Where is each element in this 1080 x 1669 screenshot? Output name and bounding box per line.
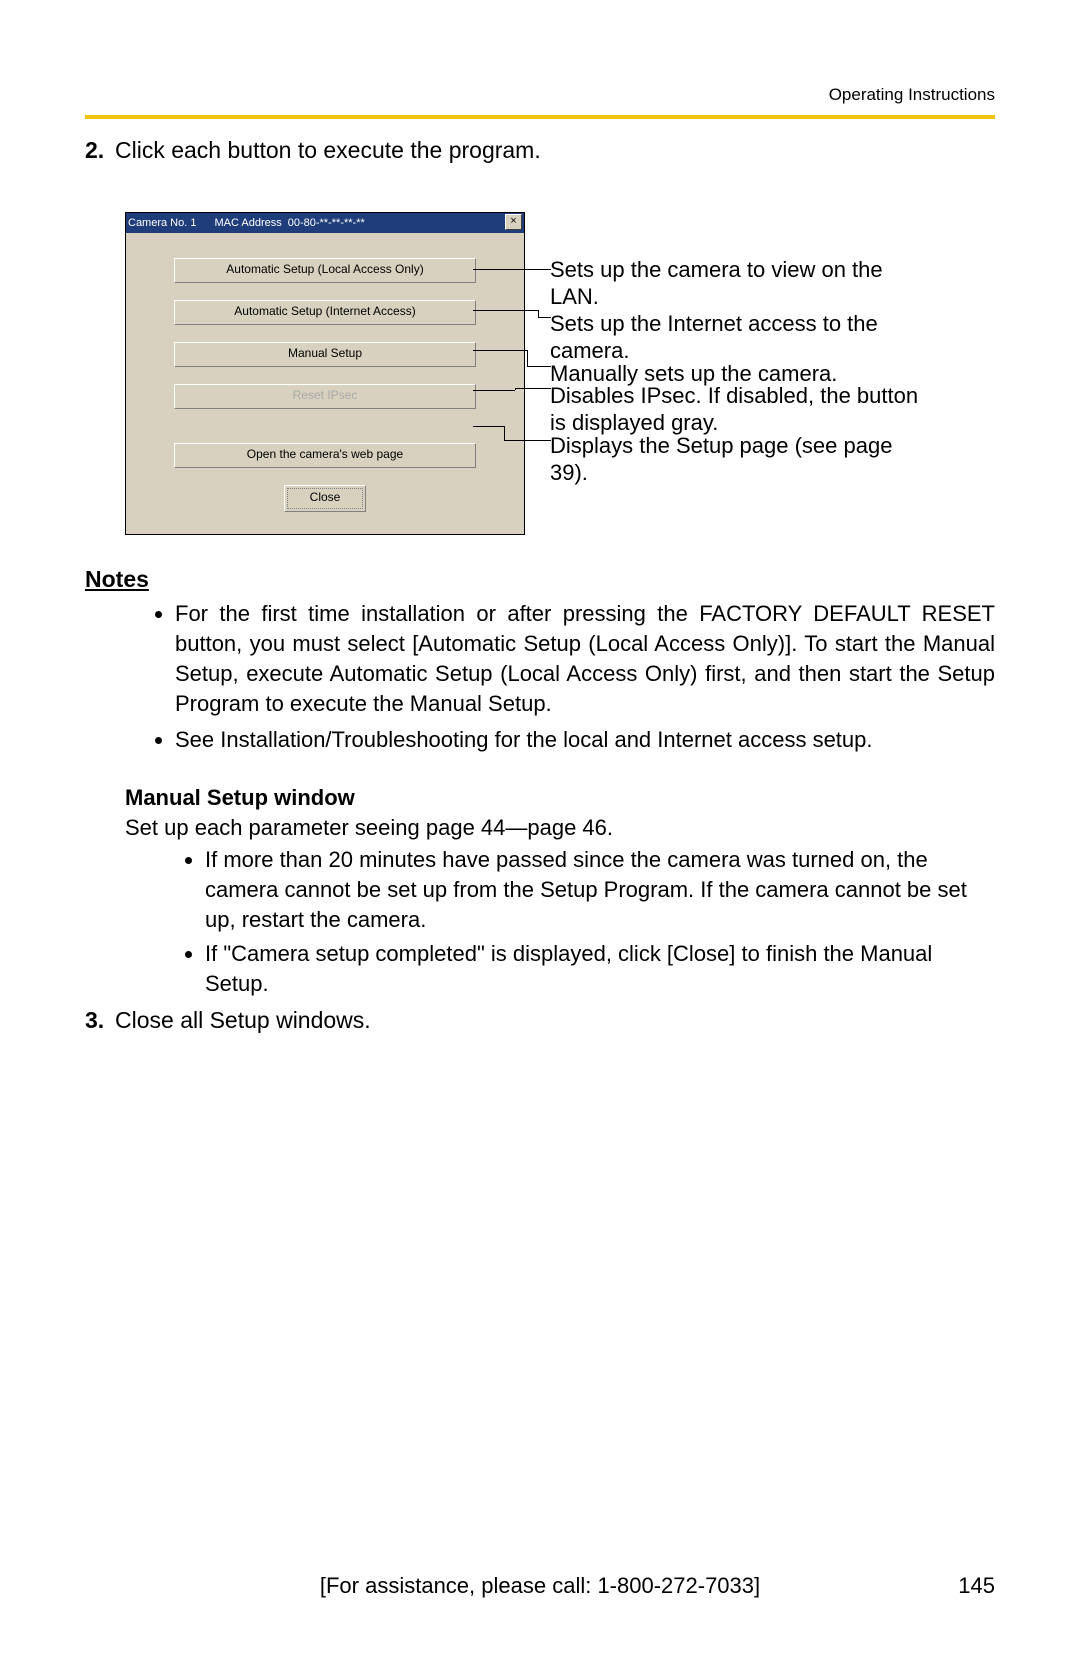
leader-line <box>504 440 551 442</box>
leader-line <box>538 310 540 317</box>
leader-line <box>473 269 551 271</box>
notes-heading: Notes <box>85 566 995 593</box>
notes-list: For the first time installation or after… <box>85 599 995 755</box>
dialog-close-x-button[interactable]: × <box>505 214 522 230</box>
manual-setup-list: If more than 20 minutes have passed sinc… <box>85 845 995 935</box>
leader-line <box>527 350 529 366</box>
setup-dialog: Camera No. 1 MAC Address 00-80-**-**-**-… <box>125 212 525 535</box>
leader-line <box>527 366 551 368</box>
step-2-number: 2. <box>85 137 104 164</box>
step-3-number: 3. <box>85 1007 104 1034</box>
step-2: 2. Click each button to execute the prog… <box>85 137 995 164</box>
manual-setup-list-2: If "Camera setup completed" is displayed… <box>85 939 995 999</box>
open-web-page-button[interactable]: Open the camera's web page <box>174 443 476 468</box>
header-rule <box>85 115 995 119</box>
leader-line <box>473 390 515 392</box>
step-3-text: Close all Setup windows. <box>115 1007 371 1033</box>
step-3: 3. Close all Setup windows. <box>85 1007 995 1034</box>
footer-assistance: [For assistance, please call: 1-800-272-… <box>85 1573 995 1599</box>
dialog-title-mac-label: MAC Address <box>214 217 281 229</box>
note-item: See Installation/Troubleshooting for the… <box>175 725 995 755</box>
leader-line <box>473 426 504 428</box>
manual-setup-button[interactable]: Manual Setup <box>174 342 476 367</box>
step-2-text: Click each button to execute the program… <box>115 137 541 163</box>
callout-auto-internet: Sets up the Internet access to the camer… <box>550 310 930 364</box>
leader-line <box>473 350 527 352</box>
leader-line <box>515 388 551 390</box>
dialog-title-mac-value: 00-80-**-**-**-** <box>288 217 365 229</box>
dialog-title-camera: Camera No. 1 <box>128 217 196 229</box>
callout-auto-local: Sets up the camera to view on the LAN. <box>550 256 930 310</box>
header-section: Operating Instructions <box>829 85 995 105</box>
manual-setup-heading: Manual Setup window <box>125 785 995 811</box>
callout-setup-page: Displays the Setup page (see page 39). <box>550 432 930 486</box>
note-item: For the first time installation or after… <box>175 599 995 719</box>
page-number: 145 <box>958 1573 995 1599</box>
reset-ipsec-button: Reset IPsec <box>174 384 476 409</box>
dialog-title-bar: Camera No. 1 MAC Address 00-80-**-**-**-… <box>126 213 524 233</box>
leader-line <box>504 426 506 440</box>
footer: [For assistance, please call: 1-800-272-… <box>85 1573 995 1599</box>
dialog-body: Automatic Setup (Local Access Only) Auto… <box>126 233 524 534</box>
callout-ipsec: Disables IPsec. If disabled, the button … <box>550 382 930 436</box>
close-dialog-button[interactable]: Close <box>284 485 366 512</box>
leader-line <box>473 310 538 312</box>
manual-setup-item: If more than 20 minutes have passed sinc… <box>205 845 995 935</box>
manual-setup-text: Set up each parameter seeing page 44—pag… <box>125 815 995 841</box>
setup-dialog-figure: Camera No. 1 MAC Address 00-80-**-**-**-… <box>125 212 995 522</box>
auto-setup-internet-button[interactable]: Automatic Setup (Internet Access) <box>174 300 476 325</box>
manual-setup-item: If "Camera setup completed" is displayed… <box>205 939 995 999</box>
auto-setup-local-button[interactable]: Automatic Setup (Local Access Only) <box>174 258 476 283</box>
